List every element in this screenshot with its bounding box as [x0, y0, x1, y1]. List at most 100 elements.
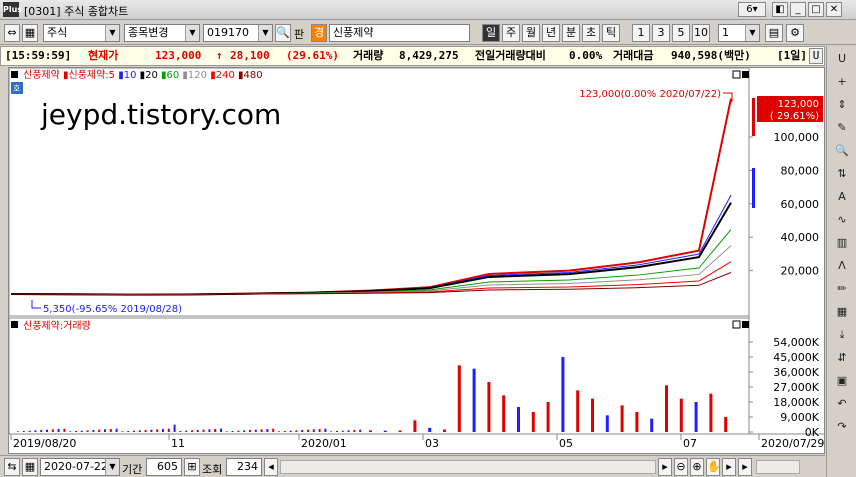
stock-code-input[interactable]: 019170 ▼: [203, 24, 273, 42]
fit-icon[interactable]: ▸: [738, 458, 752, 476]
market-select[interactable]: 주식 ▼: [43, 24, 120, 42]
u-icon[interactable]: U: [832, 50, 852, 68]
undo-icon[interactable]: ↶: [832, 395, 852, 413]
date-input[interactable]: 2020-07-22 ▼: [40, 458, 120, 476]
expand-icon[interactable]: ▸: [722, 458, 736, 476]
price-legend: 신풍제약 ▮신풍제약:5 ▮10 ▮20 ▮60 ▮120 ▮240 ▮480: [23, 69, 263, 81]
u-icon[interactable]: U: [809, 48, 823, 64]
zoom-out-icon[interactable]: ⊖: [674, 458, 688, 476]
wrench-icon[interactable]: ✎: [832, 119, 852, 137]
candle-icon[interactable]: ▥: [832, 234, 852, 252]
period-button-0[interactable]: 일: [482, 24, 500, 42]
change-code-select[interactable]: 종목변경 ▼: [124, 24, 200, 42]
volume-bar: [86, 430, 89, 432]
chevron-down-icon: ▼: [745, 25, 759, 41]
zigzag-icon[interactable]: ᐱ: [832, 257, 852, 275]
chart-canvas[interactable]: 호 신풍제약 ▮신풍제약:5 ▮10 ▮20 ▮60 ▮120 ▮240 ▮48…: [8, 67, 824, 453]
period-button-4[interactable]: 분: [562, 24, 580, 42]
price-tick-label: 60,000: [781, 198, 820, 211]
volume-value: 8,429,275: [399, 49, 459, 62]
query-input[interactable]: 234: [226, 458, 262, 476]
prev-ratio-value: 0.00%: [569, 49, 603, 62]
price-change: 28,100: [230, 49, 270, 62]
volume-bar: [208, 429, 211, 432]
hand-icon[interactable]: ✋: [706, 458, 721, 476]
horizontal-scrollbar[interactable]: [280, 460, 656, 474]
volume-bar: [359, 429, 362, 432]
search-chart-icon[interactable]: 🔍: [832, 142, 852, 160]
period-button-5[interactable]: 초: [582, 24, 600, 42]
download-icon[interactable]: ⤓: [832, 326, 852, 344]
volume-bar: [398, 430, 402, 432]
volume-bar: [635, 412, 639, 432]
zoom-in-icon[interactable]: ⊕: [690, 458, 704, 476]
volume-bar: [150, 429, 153, 432]
volume-bar: [472, 368, 476, 432]
pin-icon[interactable]: ◧: [772, 2, 788, 17]
interval-select[interactable]: 1 ▼: [718, 24, 760, 42]
interval-button-0[interactable]: 1: [632, 24, 650, 42]
search-icon[interactable]: 🔍: [275, 24, 291, 42]
calendar-icon[interactable]: ▦: [22, 458, 38, 476]
auto-icon[interactable]: A: [832, 188, 852, 206]
volume-bar: [341, 430, 344, 432]
volume-bar: [517, 407, 520, 432]
legend-entry-0: 신풍제약: [23, 69, 60, 81]
volume-bar: [369, 430, 372, 432]
period-button-6[interactable]: 틱: [602, 24, 620, 42]
close-pane-icon[interactable]: [742, 71, 749, 78]
volume-bar: [179, 431, 182, 432]
chevron-right-icon[interactable]: ▸: [658, 458, 672, 476]
legend-box-icon: [11, 71, 18, 78]
title-bar: Plus [0301] 주식 종합차트 6▾ ◧ _ □ ✕: [0, 0, 856, 20]
grid-icon[interactable]: ▦: [832, 303, 852, 321]
period-button-2[interactable]: 월: [522, 24, 540, 42]
interval-button-2[interactable]: 5: [672, 24, 690, 42]
pencil-icon[interactable]: ✏: [832, 280, 852, 298]
redo-icon[interactable]: ↷: [832, 418, 852, 436]
period-input[interactable]: 605: [146, 458, 182, 476]
tab-number-button[interactable]: 6▾: [738, 2, 766, 17]
grid-toggle-icon[interactable]: ▦: [22, 24, 38, 42]
period-button-1[interactable]: 주: [502, 24, 520, 42]
close-volume-pane-icon[interactable]: [742, 321, 749, 328]
stock-name-field: 신풍제약: [329, 24, 470, 42]
crosshair-icon[interactable]: +: [832, 73, 852, 91]
volume-bar: [17, 431, 19, 432]
minimize-icon[interactable]: _: [790, 2, 806, 17]
volume-bar: [278, 431, 280, 432]
gyeong-badge[interactable]: 경: [311, 24, 327, 42]
wave-icon[interactable]: ∿: [832, 211, 852, 229]
scale-icon[interactable]: ⇕: [832, 96, 852, 114]
interval-button-3[interactable]: 10: [692, 24, 710, 42]
period-button-3[interactable]: 년: [542, 24, 560, 42]
lines-icon[interactable]: ⇅: [832, 165, 852, 183]
chevron-down-icon: ▼: [258, 25, 272, 41]
zoom-slider[interactable]: [756, 460, 800, 474]
chevron-left-icon[interactable]: ◂: [264, 458, 278, 476]
sort-icon[interactable]: ⇵: [832, 349, 852, 367]
interval-button-1[interactable]: 3: [652, 24, 670, 42]
settings-icon[interactable]: ⚙: [786, 24, 804, 42]
nav-arrows-icon[interactable]: ⇔: [4, 24, 20, 42]
date-label: 07: [683, 437, 697, 450]
volume-bar: [347, 430, 350, 432]
volume-bar: [225, 431, 228, 432]
volume-bar: [312, 429, 315, 432]
maximize-icon[interactable]: □: [808, 2, 824, 17]
volume-bar: [694, 402, 698, 432]
screen-code: [0301]: [24, 5, 61, 18]
volume-bar: [561, 357, 565, 432]
frame-icon[interactable]: ▣: [832, 372, 852, 390]
date-label: 2020/07/29: [761, 437, 824, 450]
left-scroll-icon[interactable]: ⇆: [4, 458, 20, 476]
volume-bar: [307, 429, 309, 432]
date-axis: 2019/08/20 11 2020/01 03 05 07 2020/07/29: [10, 434, 824, 450]
save-icon[interactable]: ▤: [765, 24, 783, 42]
chevron-down-icon: ▼: [105, 25, 119, 41]
chart-area[interactable]: 호 신풍제약 ▮신풍제약:5 ▮10 ▮20 ▮60 ▮120 ▮240 ▮48…: [8, 67, 825, 454]
volume-bar: [531, 412, 535, 432]
query-icon[interactable]: ⊞: [184, 458, 200, 476]
volume-bar: [115, 428, 118, 432]
close-icon[interactable]: ✕: [826, 2, 842, 17]
